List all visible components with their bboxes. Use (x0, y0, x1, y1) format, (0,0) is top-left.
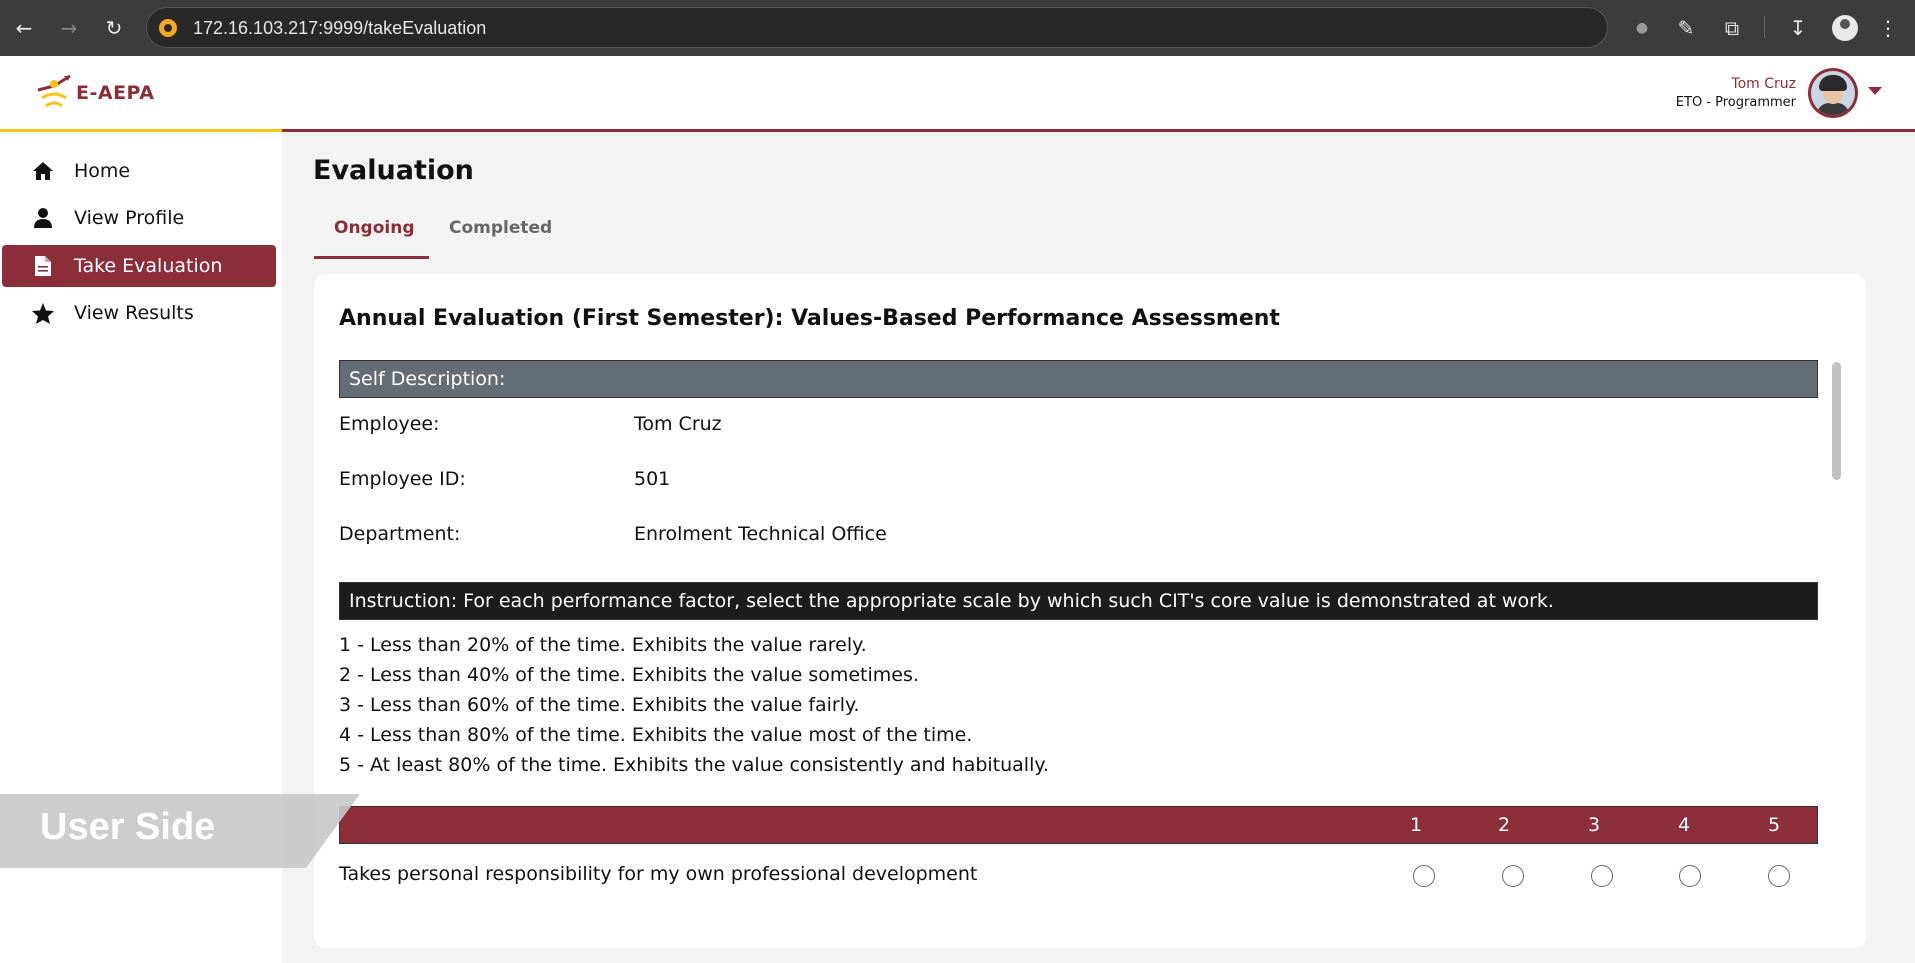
rating-radio-1[interactable] (1413, 865, 1435, 887)
star-icon (32, 302, 54, 324)
scale-description: 5 - At least 80% of the time. Exhibits t… (339, 754, 1049, 776)
employee-id-value: 501 (634, 468, 671, 490)
header-divider-line (282, 129, 1915, 132)
evaluation-card: Annual Evaluation (First Semester): Valu… (314, 274, 1866, 948)
sidebar-item-label: View Results (74, 302, 194, 324)
scale-description: 2 - Less than 40% of the time. Exhibits … (339, 664, 919, 686)
active-tab-indicator (314, 256, 429, 259)
document-icon (32, 255, 54, 277)
camera-icon[interactable]: ● (1628, 14, 1656, 42)
scale-description: 4 - Less than 80% of the time. Exhibits … (339, 724, 973, 746)
site-info-icon[interactable] (159, 19, 177, 37)
instruction-banner: Instruction: For each performance factor… (339, 582, 1818, 620)
watermark-text: User Side (40, 806, 216, 848)
download-icon[interactable]: ↧ (1784, 14, 1812, 42)
scale-description: 1 - Less than 20% of the time. Exhibits … (339, 634, 867, 656)
scale-header-3: 3 (1587, 814, 1601, 836)
app-header (0, 56, 1915, 131)
scale-header-5: 5 (1767, 814, 1781, 836)
forward-icon[interactable]: → (55, 14, 83, 42)
logo-text: E-AEPA (76, 82, 155, 104)
page-title: Evaluation (313, 155, 474, 186)
rating-radio-5[interactable] (1768, 865, 1790, 887)
avatar[interactable] (1808, 68, 1858, 118)
evaluation-title: Annual Evaluation (First Semester): Valu… (339, 306, 1280, 331)
address-bar[interactable]: 172.16.103.217:9999/takeEvaluation (146, 7, 1608, 48)
browser-toolbar: ← → ↻ 172.16.103.217:9999/takeEvaluation… (0, 0, 1915, 56)
sidebar-item-view-results[interactable]: View Results (2, 292, 276, 334)
back-icon[interactable]: ← (10, 14, 38, 42)
menu-kebab-icon[interactable]: ⋮ (1874, 14, 1902, 42)
url-text: 172.16.103.217:9999/takeEvaluation (193, 18, 487, 38)
scale-header-2: 2 (1497, 814, 1511, 836)
rating-radio-2[interactable] (1502, 865, 1524, 887)
browser-profile-icon[interactable] (1832, 15, 1858, 41)
question-text: Takes personal responsibility for my own… (339, 863, 978, 885)
scale-header-1: 1 (1409, 814, 1423, 836)
reload-icon[interactable]: ↻ (100, 14, 128, 42)
self-description-header: Self Description: (339, 360, 1818, 398)
department-value: Enrolment Technical Office (634, 523, 887, 545)
sidebar-item-view-profile[interactable]: View Profile (2, 197, 276, 239)
sidebar-item-label: Home (74, 160, 131, 182)
employee-value: Tom Cruz (634, 413, 722, 435)
home-icon (32, 160, 54, 182)
sidebar-item-take-evaluation[interactable]: Take Evaluation (2, 245, 276, 287)
scale-header-4: 4 (1677, 814, 1691, 836)
user-icon (32, 207, 54, 229)
app-logo[interactable]: E-AEPA (34, 72, 184, 112)
sidebar-item-label: View Profile (74, 207, 185, 229)
card-scrollbar[interactable] (1832, 362, 1841, 480)
user-menu-caret-icon[interactable] (1868, 87, 1882, 95)
user-role: ETO - Programmer (1675, 95, 1796, 110)
tab-ongoing[interactable]: Ongoing (334, 218, 415, 238)
toolbar-separator (1764, 16, 1765, 38)
extensions-icon[interactable]: ⧉ (1718, 14, 1746, 42)
rating-radio-3[interactable] (1591, 865, 1613, 887)
eyedropper-icon[interactable]: ✎ (1672, 14, 1700, 42)
tab-completed[interactable]: Completed (449, 218, 552, 238)
user-name: Tom Cruz (1731, 76, 1796, 92)
rating-radio-4[interactable] (1679, 865, 1701, 887)
employee-id-label: Employee ID: (339, 468, 466, 490)
logo-mark-icon (37, 74, 71, 108)
sidebar-item-home[interactable]: Home (2, 150, 276, 192)
sidebar-item-label: Take Evaluation (74, 255, 223, 277)
employee-label: Employee: (339, 413, 440, 435)
scale-description: 3 - Less than 60% of the time. Exhibits … (339, 694, 860, 716)
department-label: Department: (339, 523, 461, 545)
